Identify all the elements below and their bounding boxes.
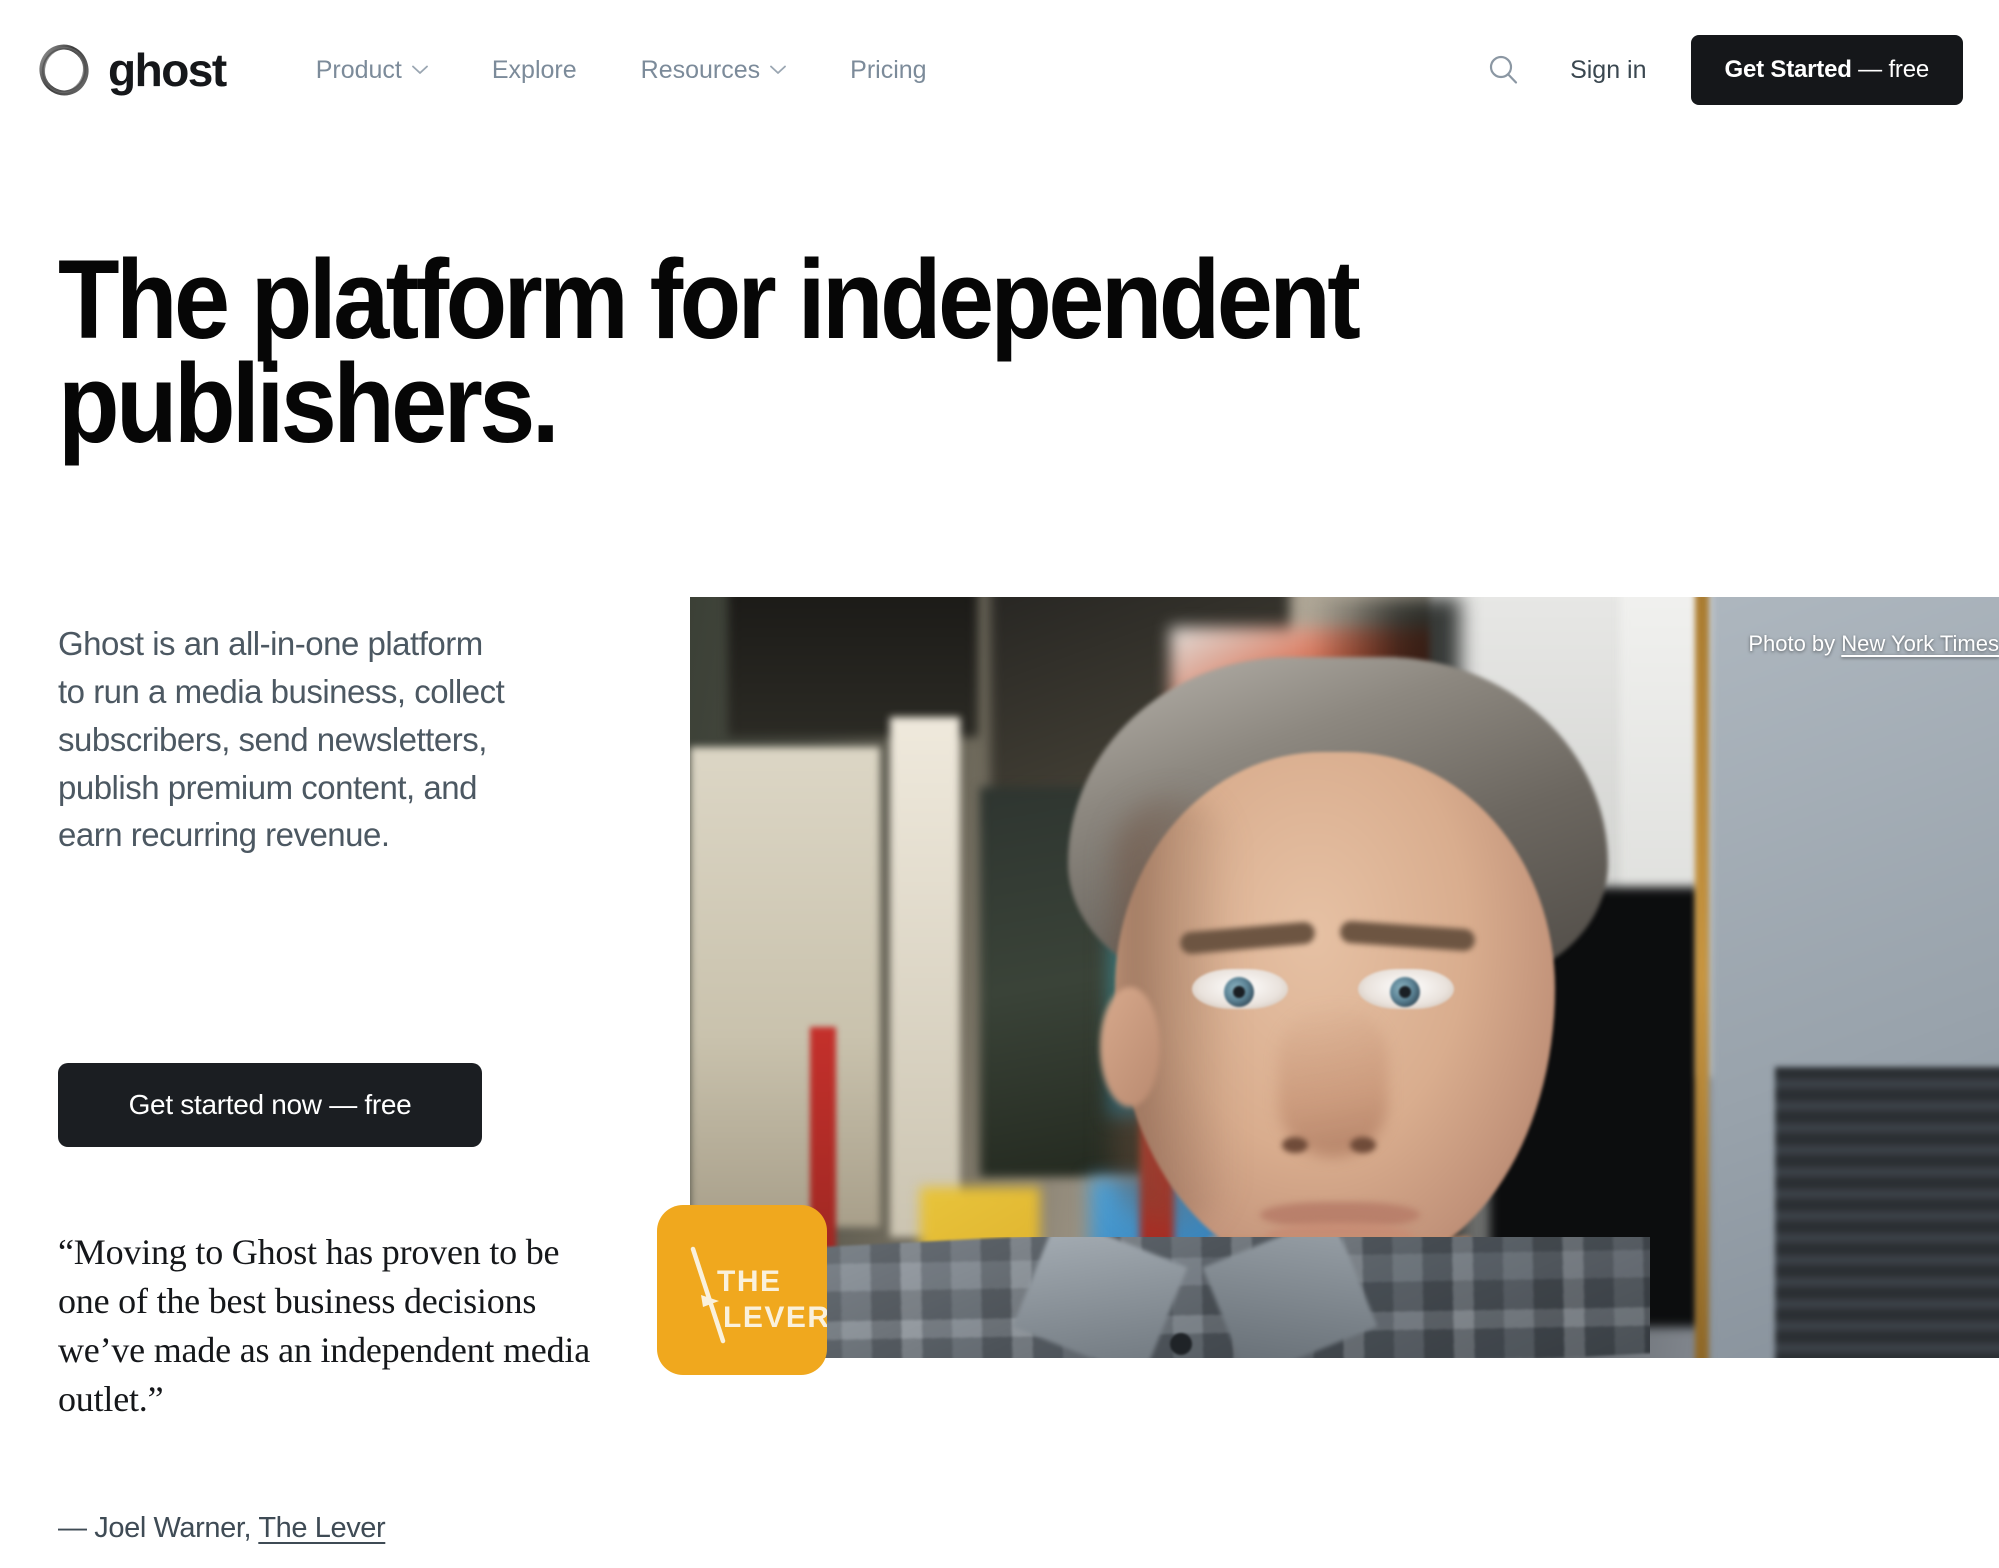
ghost-ring-logo-icon: [39, 44, 89, 96]
hero-description: Ghost is an all-in-one platform to run a…: [58, 625, 505, 854]
nav-item-label: Explore: [491, 55, 577, 84]
photo-credit: Photo by New York Times: [1748, 631, 1999, 657]
search-button[interactable]: [1476, 43, 1530, 97]
photo-credit-prefix: Photo by: [1748, 631, 1842, 656]
attribution-name: Joel Warner,: [94, 1512, 259, 1544]
ghost-marketing-homepage: ghost Product Explore Resources Pricing: [0, 0, 1999, 1568]
nav-item-pricing[interactable]: Pricing: [818, 46, 958, 95]
hero-photo: Photo by New York Times: [690, 597, 1999, 1358]
the-lever-logo-icon: THE LEVER: [690, 1246, 827, 1344]
attribution-dash: —: [58, 1512, 95, 1544]
nav-item-label: Resources: [640, 55, 761, 84]
shirt-plaid-pattern: [750, 1237, 1650, 1358]
lever-line-2: LEVER: [723, 1301, 827, 1334]
chevron-down-icon: [770, 65, 787, 74]
brand-name: ghost: [108, 44, 227, 96]
shirt-button: [1170, 1333, 1192, 1355]
chevron-down-icon: [411, 65, 428, 74]
the-lever-logo-badge: THE LEVER: [657, 1205, 827, 1375]
brand-logo-link[interactable]: ghost: [36, 42, 227, 98]
photo-gold-frame-edge: [1695, 597, 1711, 1358]
subject-nose: [1278, 1007, 1388, 1157]
testimonial-attribution: — Joel Warner, The Lever: [58, 1512, 386, 1545]
photo-wall-frame-1: [728, 597, 978, 737]
nav-item-explore[interactable]: Explore: [460, 46, 609, 95]
nav-item-product[interactable]: Product: [284, 46, 460, 95]
subject-nostril-right: [1350, 1137, 1376, 1153]
lever-line-1: THE: [717, 1265, 782, 1298]
nav-item-resources[interactable]: Resources: [609, 46, 819, 95]
photo-canvas: Photo by New York Times: [690, 597, 1999, 1358]
get-started-button[interactable]: Get Started — free: [1690, 35, 1963, 105]
nav-item-label: Product: [315, 55, 402, 84]
primary-navigation: Product Explore Resources Pricing: [284, 46, 959, 95]
subject-eye-right: [1358, 969, 1454, 1009]
subject-plaid-shirt: [750, 1237, 1650, 1358]
subject-eye-left: [1192, 969, 1288, 1009]
testimonial-quote: “Moving to Ghost has proven to be one of…: [58, 1232, 590, 1419]
subject-iris-right: [1390, 977, 1420, 1007]
get-started-label-rest: — free: [1851, 56, 1929, 83]
sign-in-link[interactable]: Sign in: [1548, 46, 1668, 95]
get-started-label-bold: Get Started: [1724, 56, 1852, 83]
photo-wall-paper-1: [690, 747, 880, 1227]
photo-credit-source-link[interactable]: New York Times: [1841, 631, 1999, 656]
header-actions: Sign in Get Started — free: [1476, 35, 1963, 105]
subject-iris-left: [1224, 977, 1254, 1007]
subject-nostril-left: [1282, 1137, 1308, 1153]
page-title: The platform for independent publishers.: [58, 237, 1361, 467]
photo-wall-paper-2: [890, 717, 960, 1237]
subject-ear: [1100, 987, 1160, 1107]
search-icon: [1489, 55, 1518, 84]
nav-item-label: Pricing: [850, 55, 927, 84]
photo-radiator: [1775, 1067, 1999, 1358]
attribution-source-link[interactable]: The Lever: [258, 1512, 385, 1544]
site-header: ghost Product Explore Resources Pricing: [0, 0, 1999, 140]
get-started-now-button[interactable]: Get started now — free: [58, 1063, 482, 1147]
